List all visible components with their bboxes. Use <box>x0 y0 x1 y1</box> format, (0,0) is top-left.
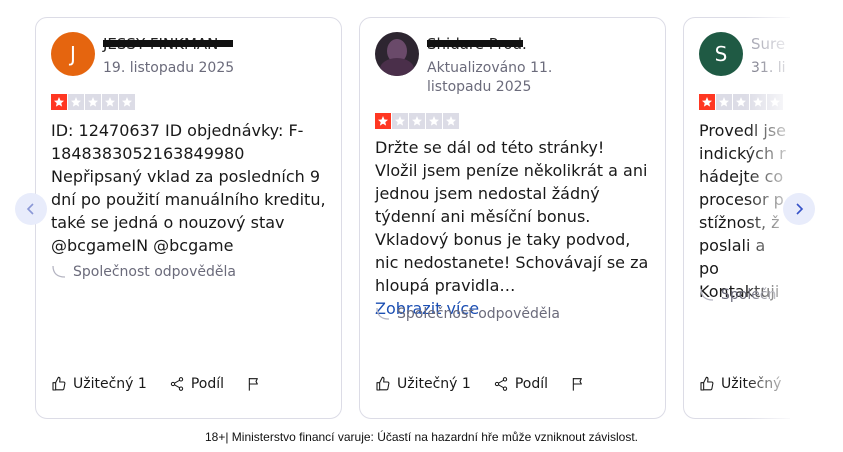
star-icon <box>750 94 766 110</box>
star-icon <box>102 94 118 110</box>
reviewer-name[interactable]: Sure <box>751 35 785 53</box>
avatar[interactable]: S <box>699 32 743 76</box>
thumbs-up-icon <box>52 376 66 391</box>
reply-icon <box>52 265 66 278</box>
review-date: 31. li <box>751 60 786 76</box>
star-icon <box>443 113 459 129</box>
reviewer-name[interactable]: Shidare Prod. <box>427 35 527 53</box>
useful-button[interactable]: Užitečný 1 <box>375 376 471 392</box>
star-rating <box>375 113 459 129</box>
review-card: J JESSY FINKMAN 19. listopadu 2025 ID: 1… <box>35 17 342 419</box>
report-button[interactable] <box>246 376 268 392</box>
avatar-letter: S <box>714 42 728 66</box>
chevron-left-icon <box>26 203 34 215</box>
review-header: J JESSY FINKMAN 19. listopadu 2025 <box>51 32 234 78</box>
company-replied[interactable]: Společnost odpověděla <box>51 264 236 280</box>
review-card: S Sure 31. li Provedl jse indických r há… <box>683 17 790 419</box>
useful-button[interactable]: Užitečný <box>699 376 781 392</box>
share-button[interactable]: Podíl <box>169 376 224 392</box>
avatar-letter: J <box>70 42 76 66</box>
reviews-carousel: J JESSY FINKMAN 19. listopadu 2025 ID: 1… <box>0 0 790 430</box>
review-text[interactable]: Držte se dál od této stránky! Vložil jse… <box>375 136 651 320</box>
review-actions: Užitečný 1 Podíl <box>375 376 614 392</box>
redaction-bar <box>103 40 233 47</box>
gambling-disclaimer: 18+| Ministerstvo financí varuje: Účastí… <box>205 430 638 444</box>
reply-icon <box>376 307 390 320</box>
chevron-right-icon <box>796 203 804 215</box>
useful-button[interactable]: Užitečný 1 <box>51 376 147 392</box>
review-actions: Užitečný <box>699 376 790 392</box>
company-replied[interactable]: Společn <box>699 287 776 303</box>
review-actions: Užitečný 1 Podíl <box>51 376 290 392</box>
reviewer-name[interactable]: JESSY FINKMAN <box>103 35 233 53</box>
review-date: Aktualizováno 11. listopadu 2025 <box>427 60 553 95</box>
star-icon <box>68 94 84 110</box>
avatar[interactable]: J <box>51 32 95 76</box>
star-icon <box>119 94 135 110</box>
redaction-bar <box>427 40 523 47</box>
star-icon <box>409 113 425 129</box>
star-icon <box>733 94 749 110</box>
review-card: Shidare Prod. Aktualizováno 11. listopad… <box>359 17 666 419</box>
thumbs-up-icon <box>700 376 714 391</box>
avatar[interactable] <box>375 32 419 76</box>
star-icon <box>51 94 67 110</box>
company-replied[interactable]: Společnost odpověděla <box>375 306 560 322</box>
reply-icon <box>700 288 714 301</box>
flag-icon <box>572 378 582 391</box>
review-header: S Sure 31. li <box>699 32 786 78</box>
star-rating <box>51 94 135 110</box>
star-icon <box>699 94 715 110</box>
thumbs-up-icon <box>376 376 390 391</box>
star-rating <box>699 94 783 110</box>
share-icon <box>170 377 183 391</box>
review-text[interactable]: ID: 12470637 ID objednávky: F-1848383052… <box>51 119 327 257</box>
star-icon <box>767 94 783 110</box>
star-icon <box>375 113 391 129</box>
star-icon <box>85 94 101 110</box>
review-text[interactable]: Provedl jse indických r hádejte co proce… <box>699 119 789 303</box>
share-icon <box>494 377 507 391</box>
review-body: Držte se dál od této stránky! Vložil jse… <box>375 138 649 295</box>
share-button[interactable]: Podíl <box>493 376 548 392</box>
carousel-prev-button[interactable] <box>15 193 47 225</box>
report-button[interactable] <box>570 376 592 392</box>
star-icon <box>426 113 442 129</box>
review-date: 19. listopadu 2025 <box>103 60 235 76</box>
star-icon <box>392 113 408 129</box>
flag-icon <box>248 378 258 391</box>
review-header: Shidare Prod. Aktualizováno 11. listopad… <box>375 32 577 97</box>
star-icon <box>716 94 732 110</box>
carousel-next-button[interactable] <box>783 193 815 225</box>
